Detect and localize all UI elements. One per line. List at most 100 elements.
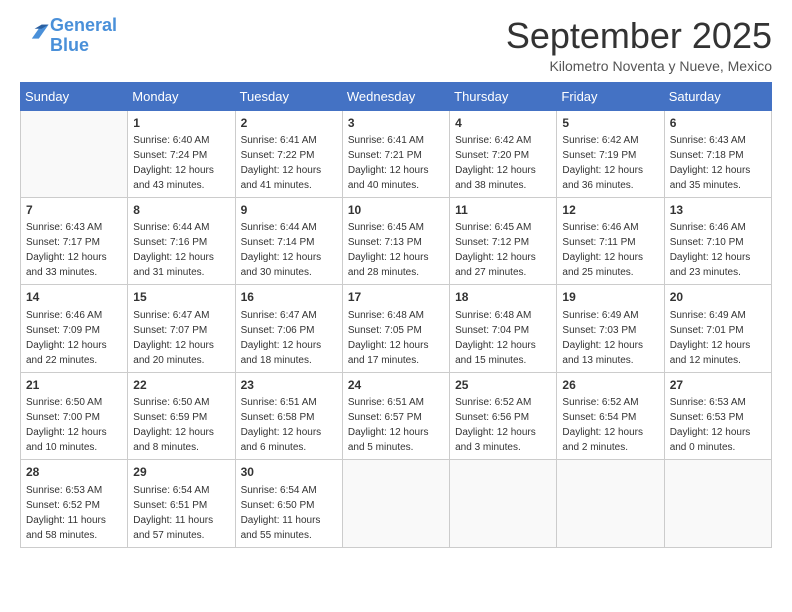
calendar-cell: 14Sunrise: 6:46 AMSunset: 7:09 PMDayligh… <box>21 285 128 372</box>
day-info: Sunrise: 6:48 AMSunset: 7:05 PMDaylight:… <box>348 308 444 368</box>
logo-icon <box>22 19 50 47</box>
day-info: Sunrise: 6:47 AMSunset: 7:07 PMDaylight:… <box>133 308 229 368</box>
week-row-4: 21Sunrise: 6:50 AMSunset: 7:00 PMDayligh… <box>21 372 772 459</box>
day-number: 7 <box>26 202 122 219</box>
day-info: Sunrise: 6:51 AMSunset: 6:58 PMDaylight:… <box>241 395 337 455</box>
day-number: 5 <box>562 115 658 132</box>
calendar-cell: 19Sunrise: 6:49 AMSunset: 7:03 PMDayligh… <box>557 285 664 372</box>
calendar-cell: 5Sunrise: 6:42 AMSunset: 7:19 PMDaylight… <box>557 110 664 197</box>
header-cell-thursday: Thursday <box>450 82 557 110</box>
page: General Blue September 2025 Kilometro No… <box>0 0 792 612</box>
header: General Blue September 2025 Kilometro No… <box>20 16 772 74</box>
day-number: 8 <box>133 202 229 219</box>
day-number: 3 <box>348 115 444 132</box>
day-number: 24 <box>348 377 444 394</box>
day-number: 4 <box>455 115 551 132</box>
day-info: Sunrise: 6:41 AMSunset: 7:21 PMDaylight:… <box>348 133 444 193</box>
day-info: Sunrise: 6:48 AMSunset: 7:04 PMDaylight:… <box>455 308 551 368</box>
day-info: Sunrise: 6:49 AMSunset: 7:01 PMDaylight:… <box>670 308 766 368</box>
header-cell-saturday: Saturday <box>664 82 771 110</box>
day-info: Sunrise: 6:43 AMSunset: 7:18 PMDaylight:… <box>670 133 766 193</box>
calendar: SundayMondayTuesdayWednesdayThursdayFrid… <box>20 82 772 548</box>
day-number: 28 <box>26 464 122 481</box>
day-number: 17 <box>348 289 444 306</box>
month-title: September 2025 <box>506 16 772 56</box>
calendar-cell: 27Sunrise: 6:53 AMSunset: 6:53 PMDayligh… <box>664 372 771 459</box>
calendar-cell <box>450 460 557 547</box>
calendar-cell: 9Sunrise: 6:44 AMSunset: 7:14 PMDaylight… <box>235 197 342 284</box>
calendar-body: 1Sunrise: 6:40 AMSunset: 7:24 PMDaylight… <box>21 110 772 547</box>
day-info: Sunrise: 6:50 AMSunset: 7:00 PMDaylight:… <box>26 395 122 455</box>
calendar-cell: 7Sunrise: 6:43 AMSunset: 7:17 PMDaylight… <box>21 197 128 284</box>
logo: General Blue <box>20 16 117 56</box>
day-info: Sunrise: 6:54 AMSunset: 6:50 PMDaylight:… <box>241 483 337 543</box>
calendar-cell: 12Sunrise: 6:46 AMSunset: 7:11 PMDayligh… <box>557 197 664 284</box>
calendar-cell: 18Sunrise: 6:48 AMSunset: 7:04 PMDayligh… <box>450 285 557 372</box>
header-cell-tuesday: Tuesday <box>235 82 342 110</box>
calendar-cell: 3Sunrise: 6:41 AMSunset: 7:21 PMDaylight… <box>342 110 449 197</box>
logo-text: General Blue <box>50 16 117 56</box>
calendar-cell: 30 Sunrise: 6:54 AMSunset: 6:50 PMDayligh… <box>235 460 342 547</box>
day-info: Sunrise: 6:45 AMSunset: 7:13 PMDaylight:… <box>348 220 444 280</box>
day-number: 26 <box>562 377 658 394</box>
day-info: Sunrise: 6:52 AMSunset: 6:54 PMDaylight:… <box>562 395 658 455</box>
day-number: 22 <box>133 377 229 394</box>
header-row: SundayMondayTuesdayWednesdayThursdayFrid… <box>21 82 772 110</box>
calendar-cell: 21Sunrise: 6:50 AMSunset: 7:00 PMDayligh… <box>21 372 128 459</box>
location: Kilometro Noventa y Nueve, Mexico <box>506 58 772 74</box>
day-number: 13 <box>670 202 766 219</box>
day-number: 10 <box>348 202 444 219</box>
header-cell-wednesday: Wednesday <box>342 82 449 110</box>
day-number: 9 <box>241 202 337 219</box>
day-info: Sunrise: 6:46 AMSunset: 7:10 PMDaylight:… <box>670 220 766 280</box>
day-info: Sunrise: 6:51 AMSunset: 6:57 PMDaylight:… <box>348 395 444 455</box>
day-info: Sunrise: 6:52 AMSunset: 6:56 PMDaylight:… <box>455 395 551 455</box>
day-info: Sunrise: 6:42 AMSunset: 7:20 PMDaylight:… <box>455 133 551 193</box>
day-info: Sunrise: 6:46 AMSunset: 7:09 PMDaylight:… <box>26 308 122 368</box>
calendar-cell: 8Sunrise: 6:44 AMSunset: 7:16 PMDaylight… <box>128 197 235 284</box>
day-number: 30 <box>241 464 337 481</box>
calendar-cell: 22Sunrise: 6:50 AMSunset: 6:59 PMDayligh… <box>128 372 235 459</box>
week-row-3: 14Sunrise: 6:46 AMSunset: 7:09 PMDayligh… <box>21 285 772 372</box>
day-number: 29 <box>133 464 229 481</box>
header-cell-friday: Friday <box>557 82 664 110</box>
calendar-cell <box>664 460 771 547</box>
calendar-cell: 20 Sunrise: 6:49 AMSunset: 7:01 PMDayligh… <box>664 285 771 372</box>
day-number: 21 <box>26 377 122 394</box>
day-number: 16 <box>241 289 337 306</box>
day-info: Sunrise: 6:54 AMSunset: 6:51 PMDaylight:… <box>133 483 229 543</box>
day-info: Sunrise: 6:43 AMSunset: 7:17 PMDaylight:… <box>26 220 122 280</box>
day-info: Sunrise: 6:53 AMSunset: 6:53 PMDaylight:… <box>670 395 766 455</box>
header-cell-sunday: Sunday <box>21 82 128 110</box>
calendar-cell: 28 Sunrise: 6:53 AMSunset: 6:52 PMDayligh… <box>21 460 128 547</box>
day-number: 12 <box>562 202 658 219</box>
day-info: Sunrise: 6:42 AMSunset: 7:19 PMDaylight:… <box>562 133 658 193</box>
title-block: September 2025 Kilometro Noventa y Nueve… <box>506 16 772 74</box>
logo-general: General <box>50 15 117 35</box>
day-info: Sunrise: 6:53 AMSunset: 6:52 PMDaylight:… <box>26 483 122 543</box>
calendar-cell: 16 Sunrise: 6:47 AMSunset: 7:06 PMDayligh… <box>235 285 342 372</box>
calendar-header: SundayMondayTuesdayWednesdayThursdayFrid… <box>21 82 772 110</box>
calendar-cell <box>557 460 664 547</box>
day-number: 6 <box>670 115 766 132</box>
day-number: 15 <box>133 289 229 306</box>
day-number: 20 <box>670 289 766 306</box>
calendar-cell: 23Sunrise: 6:51 AMSunset: 6:58 PMDayligh… <box>235 372 342 459</box>
day-number: 23 <box>241 377 337 394</box>
day-number: 25 <box>455 377 551 394</box>
week-row-2: 7Sunrise: 6:43 AMSunset: 7:17 PMDaylight… <box>21 197 772 284</box>
calendar-cell: 15 Sunrise: 6:47 AMSunset: 7:07 PMDayligh… <box>128 285 235 372</box>
calendar-cell <box>342 460 449 547</box>
day-info: Sunrise: 6:47 AMSunset: 7:06 PMDaylight:… <box>241 308 337 368</box>
calendar-cell <box>21 110 128 197</box>
day-info: Sunrise: 6:50 AMSunset: 6:59 PMDaylight:… <box>133 395 229 455</box>
header-cell-monday: Monday <box>128 82 235 110</box>
day-number: 19 <box>562 289 658 306</box>
day-number: 27 <box>670 377 766 394</box>
day-info: Sunrise: 6:40 AMSunset: 7:24 PMDaylight:… <box>133 133 229 193</box>
calendar-cell: 4Sunrise: 6:42 AMSunset: 7:20 PMDaylight… <box>450 110 557 197</box>
calendar-cell: 1Sunrise: 6:40 AMSunset: 7:24 PMDaylight… <box>128 110 235 197</box>
day-info: Sunrise: 6:46 AMSunset: 7:11 PMDaylight:… <box>562 220 658 280</box>
day-info: Sunrise: 6:44 AMSunset: 7:14 PMDaylight:… <box>241 220 337 280</box>
calendar-cell: 24Sunrise: 6:51 AMSunset: 6:57 PMDayligh… <box>342 372 449 459</box>
